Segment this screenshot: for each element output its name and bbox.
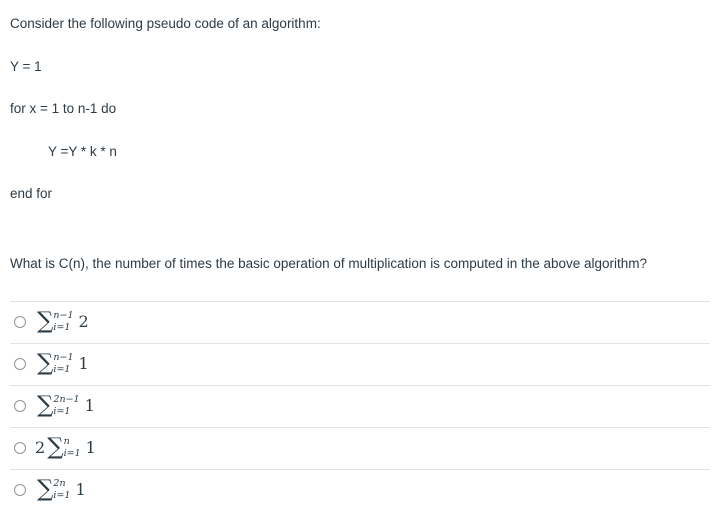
answer-1-upper-limit: n−1 <box>53 310 74 322</box>
sigma-icon-4: ∑ <box>47 434 64 461</box>
answer-option-4-label: 2 ∑ n i=1 1 <box>35 434 96 461</box>
answer-4-coefficient: 2 <box>35 438 46 458</box>
pseudocode-line-3: Y =Y * k * n <box>48 143 117 159</box>
answer-option-1-label: ∑ n−1 i=1 2 <box>35 308 89 335</box>
summation-symbol-4: ∑ n i=1 <box>47 434 81 461</box>
sigma-icon-2: ∑ <box>37 350 54 377</box>
answer-option-4[interactable]: 2 ∑ n i=1 1 <box>10 426 710 469</box>
pseudocode-line-1: Y = 1 <box>10 58 42 74</box>
summation-symbol-5: ∑ 2n i=1 <box>37 476 70 503</box>
answer-5-lower-limit: i=1 <box>53 490 71 502</box>
answer-option-3-label: ∑ 2n−1 i=1 1 <box>35 392 95 419</box>
summation-limits-5: 2n i=1 <box>53 479 70 501</box>
answer-1-lower-limit: i=1 <box>53 322 71 334</box>
answer-5-upper-limit: 2n <box>53 478 66 490</box>
answer-option-2-label: ∑ n−1 i=1 1 <box>35 350 89 377</box>
summation-symbol-2: ∑ n−1 i=1 <box>37 350 74 377</box>
summation-limits-2: n−1 i=1 <box>53 353 73 375</box>
answer-option-1[interactable]: ∑ n−1 i=1 2 <box>10 300 710 343</box>
sigma-icon-5: ∑ <box>37 476 54 503</box>
radio-button-icon-2[interactable] <box>14 358 26 371</box>
answer-3-upper-limit: 2n−1 <box>53 394 80 406</box>
summation-symbol-3: ∑ 2n−1 i=1 <box>37 392 80 419</box>
question-stem: Consider the following pseudo code of an… <box>0 14 720 204</box>
answer-3-summand: 1 <box>84 396 95 416</box>
summation-limits-1: n−1 i=1 <box>53 311 73 333</box>
answer-2-summand: 1 <box>78 354 89 374</box>
summation-symbol-1: ∑ n−1 i=1 <box>37 308 74 335</box>
question-prompt: What is C(n), the number of times the ba… <box>10 255 648 271</box>
pseudocode-line-2: for x = 1 to n-1 do <box>10 101 117 117</box>
answer-option-5[interactable]: ∑ 2n i=1 1 <box>10 468 710 511</box>
answer-option-5-label: ∑ 2n i=1 1 <box>35 476 86 503</box>
radio-button-icon-3[interactable] <box>14 400 26 413</box>
answer-2-upper-limit: n−1 <box>53 352 74 364</box>
answer-options-list: ∑ n−1 i=1 2 ∑ n−1 i=1 1 ∑ 2n−1 i=1 1 2 ∑… <box>0 300 720 511</box>
stem-intro-text: Consider the following pseudo code of an… <box>10 16 321 31</box>
quiz-question-body: Consider the following pseudo code of an… <box>0 14 720 511</box>
answer-4-upper-limit: n <box>63 436 70 448</box>
radio-button-icon-5[interactable] <box>14 484 26 497</box>
summation-limits-3: 2n−1 i=1 <box>53 395 79 417</box>
answer-option-3[interactable]: ∑ 2n−1 i=1 1 <box>10 384 710 427</box>
pseudocode-line-4: end for <box>10 186 53 202</box>
answer-3-lower-limit: i=1 <box>53 406 71 418</box>
answer-option-2[interactable]: ∑ n−1 i=1 1 <box>10 342 710 385</box>
sigma-icon-1: ∑ <box>37 308 54 335</box>
answer-4-summand: 1 <box>85 438 96 458</box>
answer-4-lower-limit: i=1 <box>63 448 81 460</box>
radio-button-icon-4[interactable] <box>14 442 26 455</box>
sigma-icon-3: ∑ <box>37 392 54 419</box>
summation-limits-4: n i=1 <box>64 437 81 459</box>
answer-1-summand: 2 <box>78 312 89 332</box>
answer-5-summand: 1 <box>75 480 86 500</box>
radio-button-icon-1[interactable] <box>14 316 26 329</box>
answer-2-lower-limit: i=1 <box>53 364 71 376</box>
